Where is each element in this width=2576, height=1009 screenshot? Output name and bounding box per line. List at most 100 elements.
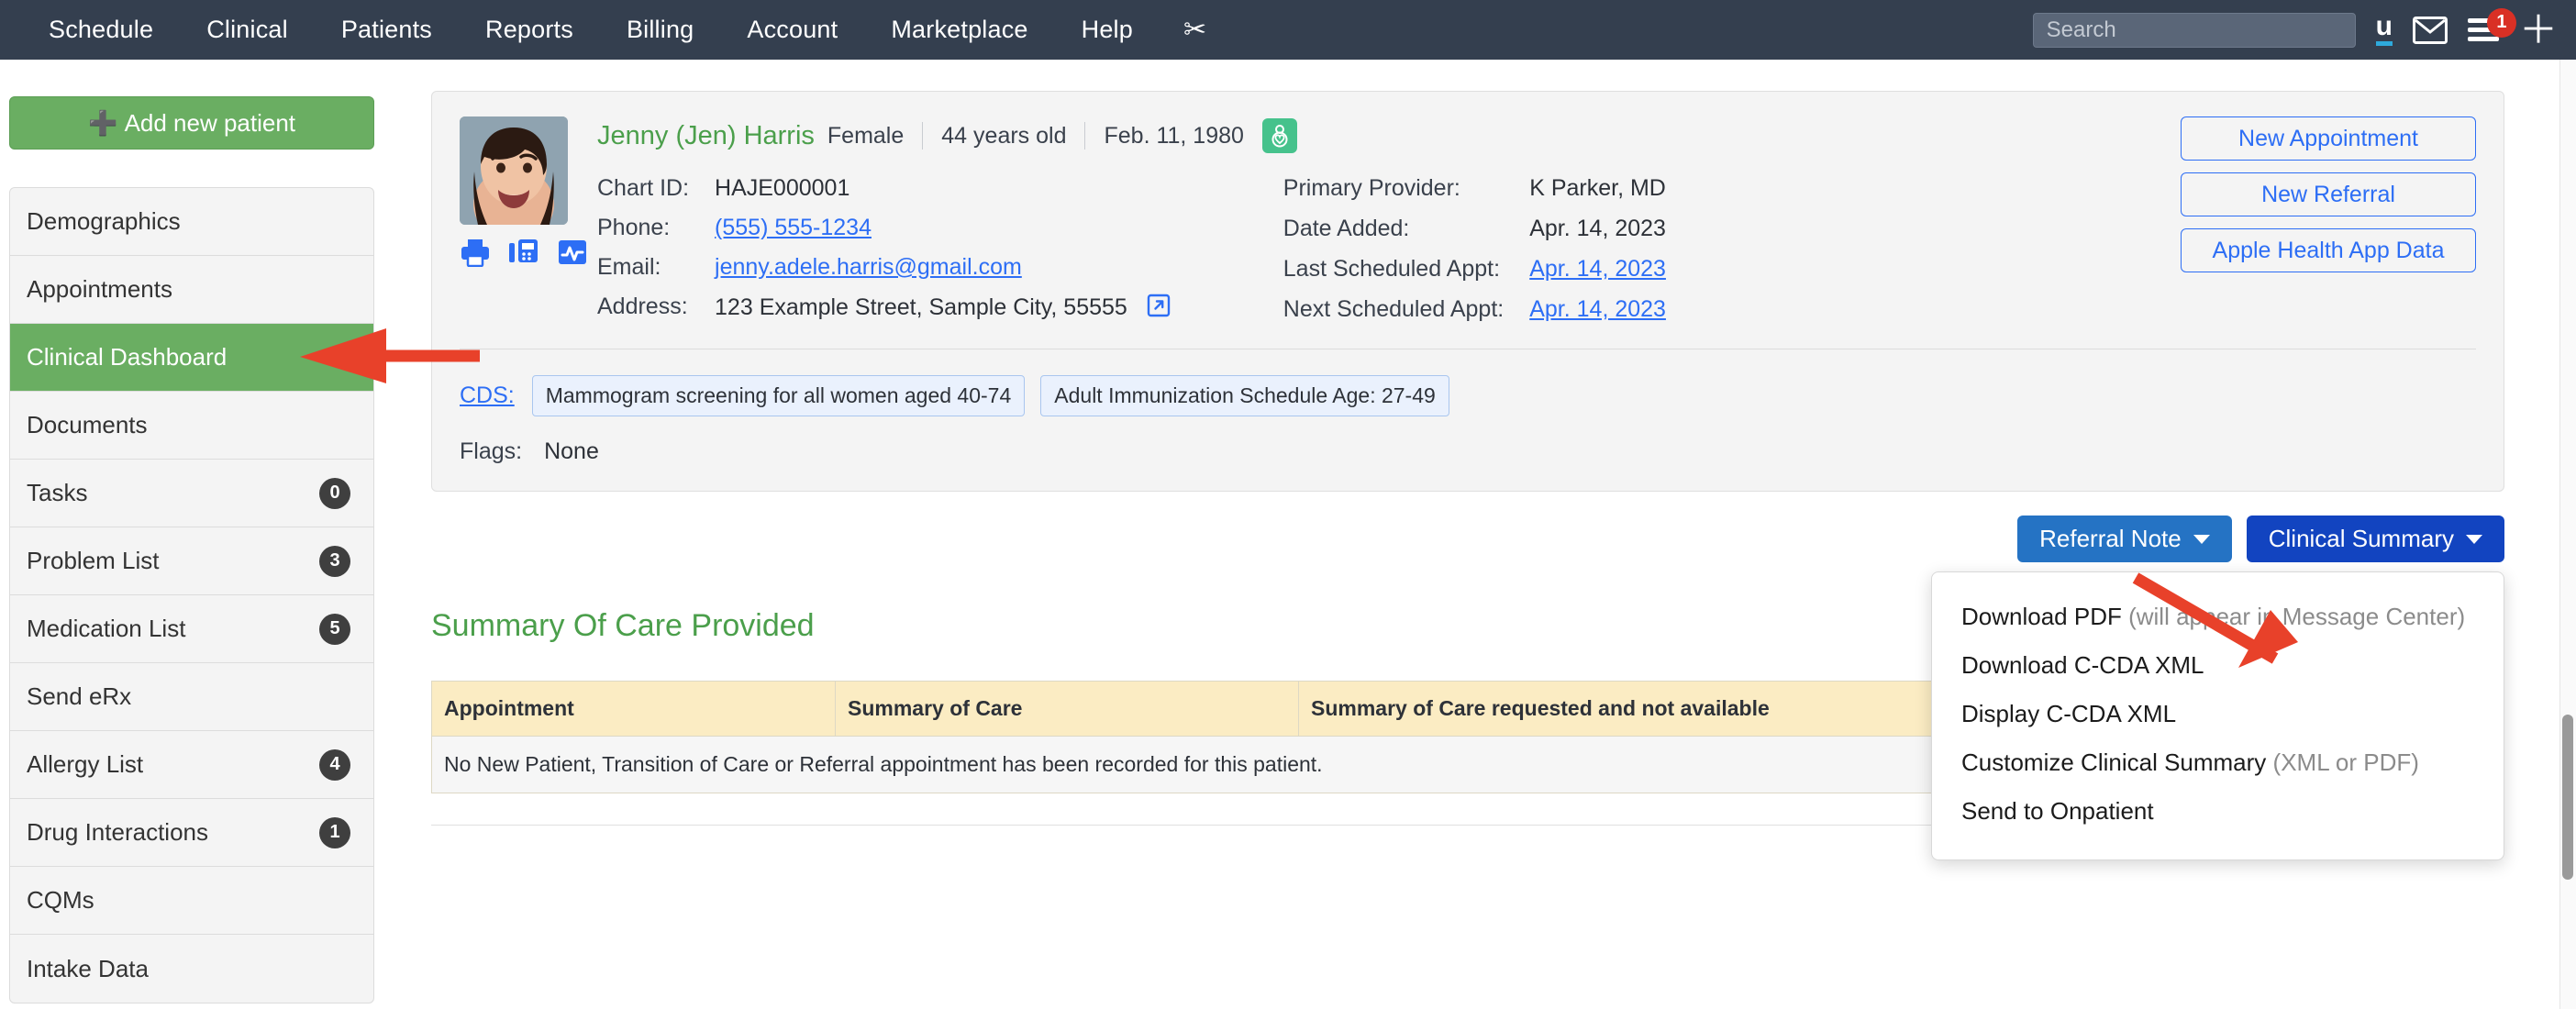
field-value-next-scheduled-appt[interactable]: Apr. 14, 2023	[1529, 296, 1666, 324]
nav-item-schedule[interactable]: Schedule	[22, 16, 180, 44]
vitals-chart-icon[interactable]	[557, 238, 588, 272]
sidebar-item-tasks[interactable]: Tasks 0	[10, 460, 373, 527]
menu-item-display-ccda-xml[interactable]: Display C-CDA XML	[1932, 690, 2504, 738]
scissors-icon[interactable]: ✂	[1160, 16, 1230, 44]
new-appointment-button[interactable]: New Appointment	[2181, 116, 2476, 161]
flags-value: None	[544, 438, 599, 464]
female-patient-icon[interactable]	[1261, 118, 1297, 153]
nav-item-patients[interactable]: Patients	[315, 16, 459, 44]
menu-item-download-pdf[interactable]: Download PDF (will appear in Message Cen…	[1932, 593, 2504, 641]
nav-item-billing[interactable]: Billing	[600, 16, 720, 44]
menu-item-download-ccda-xml[interactable]: Download C-CDA XML	[1932, 641, 2504, 690]
sidebar-item-count: 1	[319, 816, 350, 848]
patient-photo[interactable]	[460, 116, 568, 225]
sidebar-item-problem-list[interactable]: Problem List 3	[10, 527, 373, 595]
field-value-address-wrapper: 123 Example Street, Sample City, 55555	[715, 294, 1171, 324]
sidebar-item-label: Documents	[27, 411, 148, 438]
sidebar-item-cqms[interactable]: CQMs	[10, 867, 373, 935]
plus-icon: ➕	[87, 108, 125, 137]
cds-row: CDS: Mammogram screening for all women a…	[460, 375, 2476, 416]
print-icon[interactable]	[460, 238, 491, 272]
clinical-summary-button[interactable]: Clinical Summary	[2246, 516, 2504, 562]
sidebar-item-clinical-dashboard[interactable]: Clinical Dashboard	[10, 324, 373, 392]
sidebar-item-label: Clinical Dashboard	[27, 343, 228, 371]
cds-chip-mammogram[interactable]: Mammogram screening for all women aged 4…	[531, 375, 1026, 416]
field-value-primary-provider: K Parker, MD	[1529, 175, 1666, 201]
envelope-icon[interactable]	[2412, 16, 2448, 44]
sidebar-item-label: Intake Data	[27, 954, 149, 982]
field-value-last-scheduled-appt[interactable]: Apr. 14, 2023	[1529, 256, 1666, 283]
sidebar-item-intake-data[interactable]: Intake Data	[10, 935, 373, 1003]
nav-item-clinical[interactable]: Clinical	[180, 16, 315, 44]
menu-item-send-to-onpatient[interactable]: Send to Onpatient	[1932, 787, 2504, 836]
sidebar-item-count: 3	[319, 545, 350, 577]
menu-item-label: Send to Onpatient	[1961, 797, 2154, 825]
add-plus-icon[interactable]: ＋	[2519, 10, 2558, 50]
patient-age: 44 years old	[941, 122, 1067, 149]
menu-item-label: Customize Clinical Summary	[1961, 748, 2267, 776]
sidebar-item-count: 5	[319, 613, 350, 645]
sidebar-item-count: 4	[319, 748, 350, 781]
menu-item-note: (will appear in Message Center)	[2128, 603, 2466, 630]
search-input[interactable]	[2032, 12, 2356, 48]
nav-item-reports[interactable]: Reports	[459, 16, 600, 44]
sidebar-item-label: Demographics	[27, 207, 181, 235]
hamburger-menu-icon[interactable]: 1	[2467, 7, 2516, 42]
menu-item-note: (XML or PDF)	[2272, 748, 2419, 776]
field-label-last-scheduled-appt: Last Scheduled Appt:	[1282, 256, 1501, 282]
menu-item-customize-clinical-summary[interactable]: Customize Clinical Summary (XML or PDF)	[1932, 738, 2504, 787]
patient-identity-row: Jenny (Jen) Harris Female 44 years old F…	[460, 116, 2476, 324]
referral-note-button[interactable]: Referral Note	[2017, 516, 2232, 562]
add-new-patient-label: Add new patient	[124, 108, 296, 137]
scrollbar-thumb[interactable]	[2562, 715, 2573, 880]
field-value-email[interactable]: jenny.adele.harris@gmail.com	[715, 254, 1171, 281]
nav-item-help[interactable]: Help	[1055, 16, 1160, 44]
sidebar-item-drug-interactions[interactable]: Drug Interactions 1	[10, 799, 373, 867]
apple-health-app-data-button[interactable]: Apple Health App Data	[2181, 228, 2476, 272]
external-link-icon[interactable]	[1147, 294, 1171, 323]
patient-sidebar: ➕ Add new patient Demographics Appointme…	[9, 60, 385, 1003]
field-value-phone[interactable]: (555) 555-1234	[715, 215, 1171, 241]
column-header-summary-of-care: Summary of Care	[835, 681, 1299, 737]
field-label-email: Email:	[597, 254, 661, 280]
add-new-patient-button[interactable]: ➕ Add new patient	[9, 96, 374, 150]
cds-label[interactable]: CDS:	[460, 383, 515, 409]
patient-action-buttons: New Appointment New Referral Apple Healt…	[2181, 116, 2476, 272]
sidebar-item-allergy-list[interactable]: Allergy List 4	[10, 731, 373, 799]
new-referral-button[interactable]: New Referral	[2181, 172, 2476, 216]
sidebar-item-documents[interactable]: Documents	[10, 392, 373, 460]
sidebar-item-label: Send eRx	[27, 682, 132, 710]
page-scrollbar[interactable]	[2559, 60, 2576, 1009]
updox-u-icon[interactable]: u	[2375, 13, 2393, 46]
cds-chip-immunization[interactable]: Adult Immunization Schedule Age: 27-49	[1040, 375, 1449, 416]
sidebar-item-label: Tasks	[27, 479, 88, 506]
menu-item-label: Download PDF	[1961, 603, 2122, 630]
summary-toolbar: Referral Note Clinical Summary Download …	[431, 516, 2504, 860]
top-nav-right-tools: u 1 ＋	[2032, 0, 2558, 60]
patient-header-card: Jenny (Jen) Harris Female 44 years old F…	[431, 91, 2504, 492]
sidebar-menu-list: Demographics Appointments Clinical Dashb…	[9, 187, 374, 1003]
nav-item-account[interactable]: Account	[720, 16, 864, 44]
patient-dob: Feb. 11, 1980	[1104, 122, 1244, 149]
divider	[922, 122, 924, 150]
sidebar-item-send-erx[interactable]: Send eRx	[10, 663, 373, 731]
patient-name[interactable]: Jenny (Jen) Harris	[597, 121, 815, 151]
menu-notification-badge: 1	[2486, 7, 2516, 38]
sidebar-item-medication-list[interactable]: Medication List 5	[10, 595, 373, 663]
menu-item-label: Display C-CDA XML	[1961, 700, 2177, 727]
flags-label: Flags:	[460, 438, 523, 464]
field-value-address: 123 Example Street, Sample City, 55555	[715, 294, 1127, 320]
nav-item-marketplace[interactable]: Marketplace	[864, 16, 1054, 44]
field-label-chart-id: Chart ID:	[597, 175, 690, 201]
fax-icon[interactable]	[508, 238, 539, 272]
clinical-summary-dropdown-menu: Download PDF (will appear in Message Cen…	[1931, 571, 2504, 860]
flags-row: Flags: None	[460, 438, 2476, 465]
top-navigation-bar: Schedule Clinical Patients Reports Billi…	[0, 0, 2576, 60]
clinical-summary-label: Clinical Summary	[2268, 525, 2454, 552]
patient-gender: Female	[827, 122, 905, 149]
sidebar-item-appointments[interactable]: Appointments	[10, 256, 373, 324]
sidebar-item-label: Medication List	[27, 615, 186, 642]
caret-down-icon	[2193, 534, 2210, 544]
sidebar-item-demographics[interactable]: Demographics	[10, 188, 373, 256]
main-content: Jenny (Jen) Harris Female 44 years old F…	[431, 60, 2559, 860]
